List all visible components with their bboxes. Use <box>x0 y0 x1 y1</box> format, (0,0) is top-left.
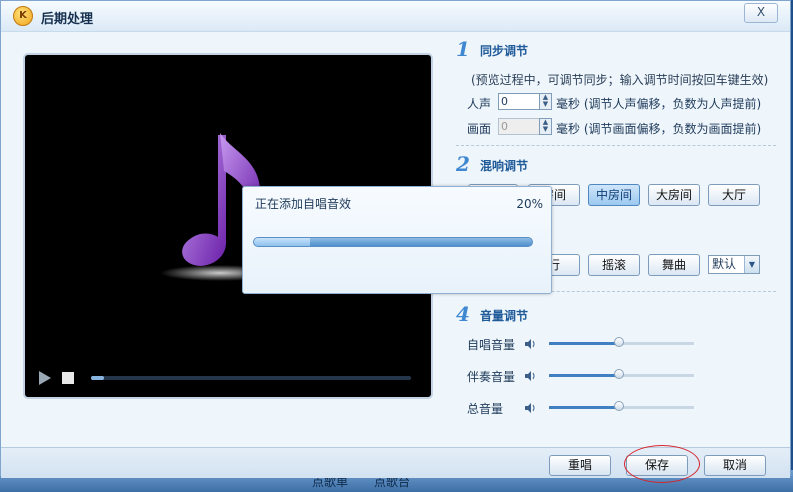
picture-offset-input[interactable]: 0 <box>498 118 542 135</box>
vocal-volume-fill <box>549 342 619 345</box>
app-logo-icon: K <box>13 6 33 26</box>
dialog-title: 后期处理 <box>41 12 94 27</box>
vocal-volume-thumb[interactable] <box>613 337 624 347</box>
reverb-medium-room-button[interactable]: 中房间 <box>588 184 640 206</box>
effect-rock-button[interactable]: 摇滚 <box>588 254 640 276</box>
reverb-section-number: 2 <box>456 152 470 176</box>
stop-button[interactable] <box>62 372 74 384</box>
speaker-icon <box>525 339 535 349</box>
progress-popup: 正在添加自唱音效 20% <box>242 186 552 294</box>
accompaniment-volume-label: 伴奏音量 <box>467 370 516 384</box>
reverb-large-room-button[interactable]: 大房间 <box>648 184 700 206</box>
retry-button[interactable]: 重唱 <box>549 455 611 476</box>
reverb-section-title: 混响调节 <box>480 159 529 173</box>
title-bar: K 后期处理 X <box>1 1 790 32</box>
effect-preset-value: 默认 <box>712 257 737 271</box>
volume-section-title: 音量调节 <box>480 309 529 323</box>
seek-bar[interactable] <box>91 376 411 380</box>
voice-offset-input[interactable]: 0 <box>498 93 542 110</box>
chevron-down-icon[interactable]: ▼ <box>744 256 759 273</box>
voice-offset-description: 毫秒 (调节人声偏移，负数为人声提前) <box>556 97 762 111</box>
speaker-icon <box>525 371 535 381</box>
picture-offset-label: 画面 <box>467 122 492 136</box>
master-volume-slider[interactable] <box>549 401 694 411</box>
accompaniment-volume-fill <box>549 374 619 377</box>
save-button[interactable]: 保存 <box>626 455 688 476</box>
sync-hint: (预览过程中，可调节同步；输入调节时间按回车键生效) <box>471 73 769 87</box>
voice-offset-label: 人声 <box>467 97 492 111</box>
accompaniment-volume-slider[interactable] <box>549 369 694 379</box>
effect-dance-button[interactable]: 舞曲 <box>648 254 700 276</box>
progress-label: 正在添加自唱音效 <box>255 197 352 211</box>
master-volume-fill <box>549 406 619 409</box>
volume-section-number: 4 <box>456 302 470 326</box>
progress-bar <box>253 237 533 247</box>
section-divider <box>456 145 776 146</box>
picture-offset-description: 毫秒 (调节画面偏移，负数为画面提前) <box>556 122 762 136</box>
cancel-button[interactable]: 取消 <box>704 455 766 476</box>
close-button[interactable]: X <box>744 3 778 23</box>
play-button[interactable] <box>39 371 51 385</box>
picture-offset-stepper[interactable]: ▲ ▼ <box>539 118 552 135</box>
sync-section-number: 1 <box>456 37 470 61</box>
speaker-icon <box>525 403 535 413</box>
master-volume-label: 总音量 <box>467 402 504 416</box>
accompaniment-volume-thumb[interactable] <box>613 369 624 379</box>
sync-section-title: 同步调节 <box>480 44 529 58</box>
dialog-footer: 重唱 保存 取消 <box>1 447 790 478</box>
effect-preset-select[interactable]: 默认 ▼ <box>708 255 760 274</box>
seek-bar-fill <box>91 376 104 380</box>
reverb-hall-button[interactable]: 大厅 <box>708 184 760 206</box>
progress-percent: 20% <box>516 197 543 211</box>
vocal-volume-label: 自唱音量 <box>467 338 516 352</box>
progress-bar-fill <box>254 238 310 246</box>
master-volume-thumb[interactable] <box>613 401 624 411</box>
vocal-volume-slider[interactable] <box>549 337 694 347</box>
voice-offset-stepper[interactable]: ▲ ▼ <box>539 93 552 110</box>
